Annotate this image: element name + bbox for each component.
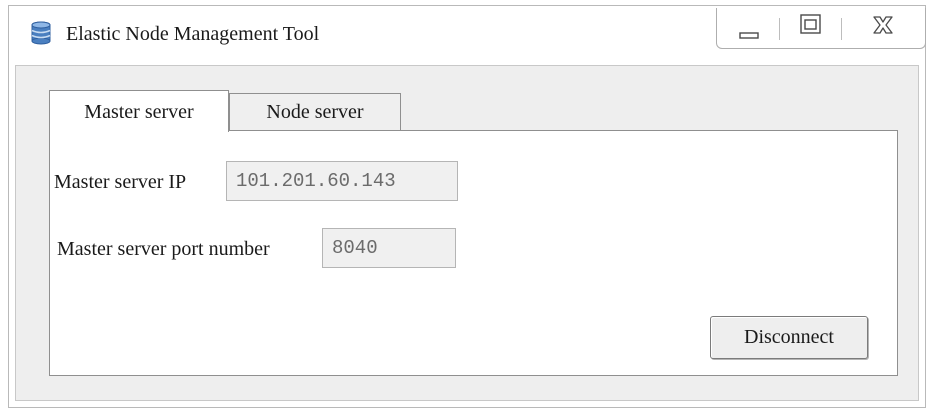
master-ip-field[interactable]: 101.201.60.143 xyxy=(226,161,458,201)
database-icon xyxy=(30,21,52,45)
disconnect-button[interactable]: Disconnect xyxy=(710,316,868,359)
maximize-button[interactable] xyxy=(779,8,841,48)
window-client-area: Master server Node server Master server … xyxy=(15,65,919,401)
main-window: Elastic Node Management Tool Master serv… xyxy=(8,5,926,408)
master-port-label: Master server port number xyxy=(57,238,270,260)
master-port-field[interactable]: 8040 xyxy=(322,228,456,268)
tab-master-server[interactable]: Master server xyxy=(49,90,229,132)
window-title: Elastic Node Management Tool xyxy=(66,23,320,45)
master-server-panel: Master server IP 101.201.60.143 Master s… xyxy=(49,130,898,376)
title-bar[interactable]: Elastic Node Management Tool xyxy=(9,6,926,66)
tab-node-server[interactable]: Node server xyxy=(229,93,401,130)
master-ip-label: Master server IP xyxy=(54,171,187,193)
close-button[interactable] xyxy=(841,8,925,48)
window-controls xyxy=(716,8,926,49)
minimize-button[interactable] xyxy=(717,8,779,48)
